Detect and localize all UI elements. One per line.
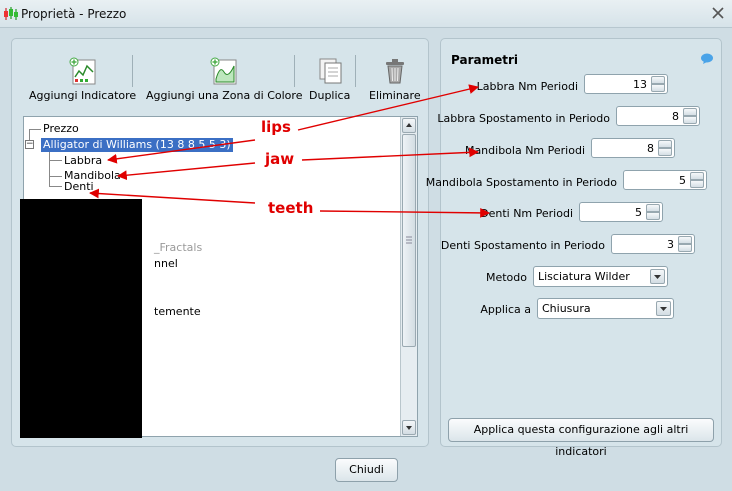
method-label: Metodo — [485, 271, 527, 284]
tree-scrollbar[interactable] — [400, 117, 417, 436]
lips-periods-stepper[interactable]: 13 — [584, 74, 668, 94]
decrement-button[interactable] — [651, 84, 665, 92]
annotation-lips: lips — [261, 118, 291, 136]
window-title: Proprietà - Prezzo — [21, 7, 127, 21]
jaw-periods-label: Mandibola Nm Periodi — [464, 144, 585, 157]
add-color-zone-icon — [210, 57, 237, 85]
apply-to-value: Chiusura — [542, 302, 591, 315]
lips-shift-stepper[interactable]: 8 — [616, 106, 700, 126]
increment-button[interactable] — [651, 76, 665, 84]
jaw-shift-stepper[interactable]: 5 — [623, 170, 707, 190]
arrow-up-icon — [406, 123, 412, 127]
close-icon[interactable] — [710, 5, 726, 21]
duplicate-icon — [319, 58, 342, 84]
decrement-button[interactable] — [646, 212, 660, 220]
teeth-periods-value: 5 — [635, 206, 642, 219]
tree-connector — [49, 176, 62, 177]
tree-connector — [49, 160, 62, 161]
arrow-down-icon — [406, 426, 412, 430]
toolbar-divider — [294, 55, 295, 87]
dropdown-arrow-icon[interactable] — [650, 269, 665, 284]
decrement-button[interactable] — [683, 116, 697, 124]
collapse-icon[interactable]: − — [25, 140, 34, 149]
tree-item-prezzo[interactable]: Prezzo — [43, 122, 79, 136]
lips-shift-value: 8 — [672, 110, 679, 123]
delete-label: Eliminare — [369, 89, 421, 102]
tree-item-denti[interactable]: Denti — [64, 180, 94, 194]
tree-connector — [29, 129, 41, 130]
apply-to-label: Applica a — [480, 303, 531, 316]
increment-button[interactable] — [646, 204, 660, 212]
grip-icon — [406, 236, 412, 244]
tree-item-alligator[interactable]: Alligator di Williams (13 8 8 5 5 3) — [41, 138, 233, 152]
help-bubble-icon[interactable] — [700, 53, 714, 65]
add-color-zone-button[interactable]: Aggiungi una Zona di Colore — [146, 57, 302, 102]
add-indicator-button[interactable]: Aggiungi Indicatore — [29, 57, 136, 102]
lips-periods-label: Labbra Nm Periodi — [476, 80, 578, 93]
teeth-shift-stepper[interactable]: 3 — [611, 234, 695, 254]
delete-button[interactable]: Eliminare — [369, 57, 421, 102]
trash-icon — [385, 59, 404, 84]
apply-to-all-button[interactable]: Applica questa configurazione agli altri… — [448, 418, 714, 458]
duplicate-button[interactable]: Duplica — [309, 57, 350, 102]
title-bar: Proprietà - Prezzo — [0, 0, 732, 28]
toolbar-divider — [132, 55, 133, 87]
tree-item-fractals[interactable]: _Fractals — [154, 241, 202, 255]
scroll-up-button[interactable] — [402, 118, 416, 133]
apply-to-select[interactable]: Chiusura — [537, 298, 674, 319]
teeth-shift-value: 3 — [667, 238, 674, 251]
tree-item-channel[interactable]: nnel — [154, 257, 178, 271]
jaw-shift-label: Mandibola Spostamento in Periodo — [425, 176, 617, 189]
close-button[interactable]: Chiudi — [335, 458, 398, 482]
annotation-jaw: jaw — [265, 150, 295, 168]
lips-shift-label: Labbra Spostamento in Periodo — [437, 112, 610, 125]
increment-button[interactable] — [678, 236, 692, 244]
increment-button[interactable] — [658, 140, 672, 148]
increment-button[interactable] — [690, 172, 704, 180]
method-select[interactable]: Lisciatura Wilder — [533, 266, 668, 287]
add-color-zone-label: Aggiungi una Zona di Colore — [146, 89, 303, 102]
annotation-teeth: teeth — [268, 199, 314, 217]
duplicate-label: Duplica — [309, 89, 351, 102]
tree-item-labbra[interactable]: Labbra — [64, 154, 102, 168]
parameters-panel: Parametri Labbra Nm Periodi 13 Labbra Sp… — [426, 38, 722, 458]
toolbar-divider — [355, 55, 356, 87]
decrement-button[interactable] — [690, 180, 704, 188]
scroll-down-button[interactable] — [402, 420, 416, 435]
redacted-area — [20, 199, 142, 438]
tree-connector — [49, 152, 50, 186]
candlestick-icon — [4, 7, 18, 20]
scroll-thumb[interactable] — [402, 134, 416, 347]
jaw-shift-value: 5 — [679, 174, 686, 187]
dropdown-arrow-icon[interactable] — [656, 301, 671, 316]
decrement-button[interactable] — [678, 244, 692, 252]
add-indicator-icon — [69, 57, 96, 85]
method-value: Lisciatura Wilder — [538, 270, 630, 283]
increment-button[interactable] — [683, 108, 697, 116]
decrement-button[interactable] — [658, 148, 672, 156]
lips-periods-value: 13 — [633, 78, 647, 91]
parameters-title: Parametri — [451, 53, 518, 67]
jaw-periods-value: 8 — [647, 142, 654, 155]
add-indicator-label: Aggiungi Indicatore — [29, 89, 137, 102]
tree-item-partial[interactable]: temente — [154, 305, 201, 319]
teeth-shift-label: Denti Spostamento in Periodo — [440, 239, 605, 252]
tree-connector — [49, 186, 62, 187]
teeth-periods-stepper[interactable]: 5 — [579, 202, 663, 222]
jaw-periods-stepper[interactable]: 8 — [591, 138, 675, 158]
teeth-periods-label: Denti Nm Periodi — [480, 207, 573, 220]
